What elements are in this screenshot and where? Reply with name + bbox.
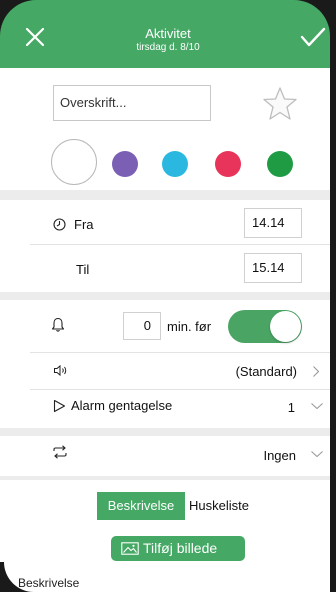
device-frame <box>330 0 336 592</box>
star-icon[interactable] <box>262 86 298 122</box>
section-divider <box>0 292 336 300</box>
bell-icon <box>51 317 65 332</box>
toggle-knob <box>270 311 301 342</box>
reminder-unit-label: min. før <box>167 319 212 334</box>
to-label: Til <box>76 262 90 277</box>
section-divider <box>0 190 336 200</box>
header-title: Aktivitet <box>145 26 191 41</box>
section-divider <box>0 476 336 480</box>
reminder-toggle[interactable] <box>228 310 302 343</box>
title-input[interactable]: Overskrift... <box>53 85 211 121</box>
chevron-right-icon[interactable] <box>312 365 320 378</box>
image-icon <box>121 542 139 555</box>
chevron-down-icon[interactable] <box>310 402 324 410</box>
divider <box>30 352 330 353</box>
tab-description[interactable]: Beskrivelse <box>97 492 185 520</box>
alarm-repeat-label: Alarm gentagelse <box>71 398 173 413</box>
add-photo-button[interactable]: Tilføj billede <box>111 536 245 561</box>
color-option-green[interactable] <box>267 151 293 177</box>
add-photo-label: Tilføj billede <box>143 540 218 556</box>
from-time-field[interactable]: 14.14 <box>244 208 302 238</box>
activity-screen: Aktivitet tirsdag d. 8/10 Overskrift... … <box>0 0 336 592</box>
chevron-down-icon[interactable] <box>310 450 324 458</box>
tab-checklist[interactable]: Huskeliste <box>186 492 252 520</box>
color-option-red[interactable] <box>215 151 241 177</box>
to-time-field[interactable]: 15.14 <box>244 253 302 283</box>
section-divider <box>0 428 336 436</box>
repeat-icon <box>53 445 67 459</box>
recurrence-value[interactable]: Ingen <box>263 448 296 463</box>
from-label: Fra <box>74 217 94 232</box>
header-date: tirsdag d. 8/10 <box>136 42 200 53</box>
reminder-minutes-field[interactable]: 0 <box>123 312 161 340</box>
divider <box>30 244 330 245</box>
header-bar: Aktivitet tirsdag d. 8/10 <box>0 0 336 68</box>
color-option-blue[interactable] <box>162 151 188 177</box>
speaker-icon <box>54 364 67 377</box>
play-icon <box>53 399 66 413</box>
color-option-purple[interactable] <box>112 151 138 177</box>
alarm-repeat-value[interactable]: 1 <box>288 400 295 415</box>
divider <box>30 389 330 390</box>
sound-value[interactable]: (Standard) <box>236 364 297 379</box>
color-option-white[interactable] <box>51 139 97 185</box>
clock-icon <box>53 218 66 231</box>
